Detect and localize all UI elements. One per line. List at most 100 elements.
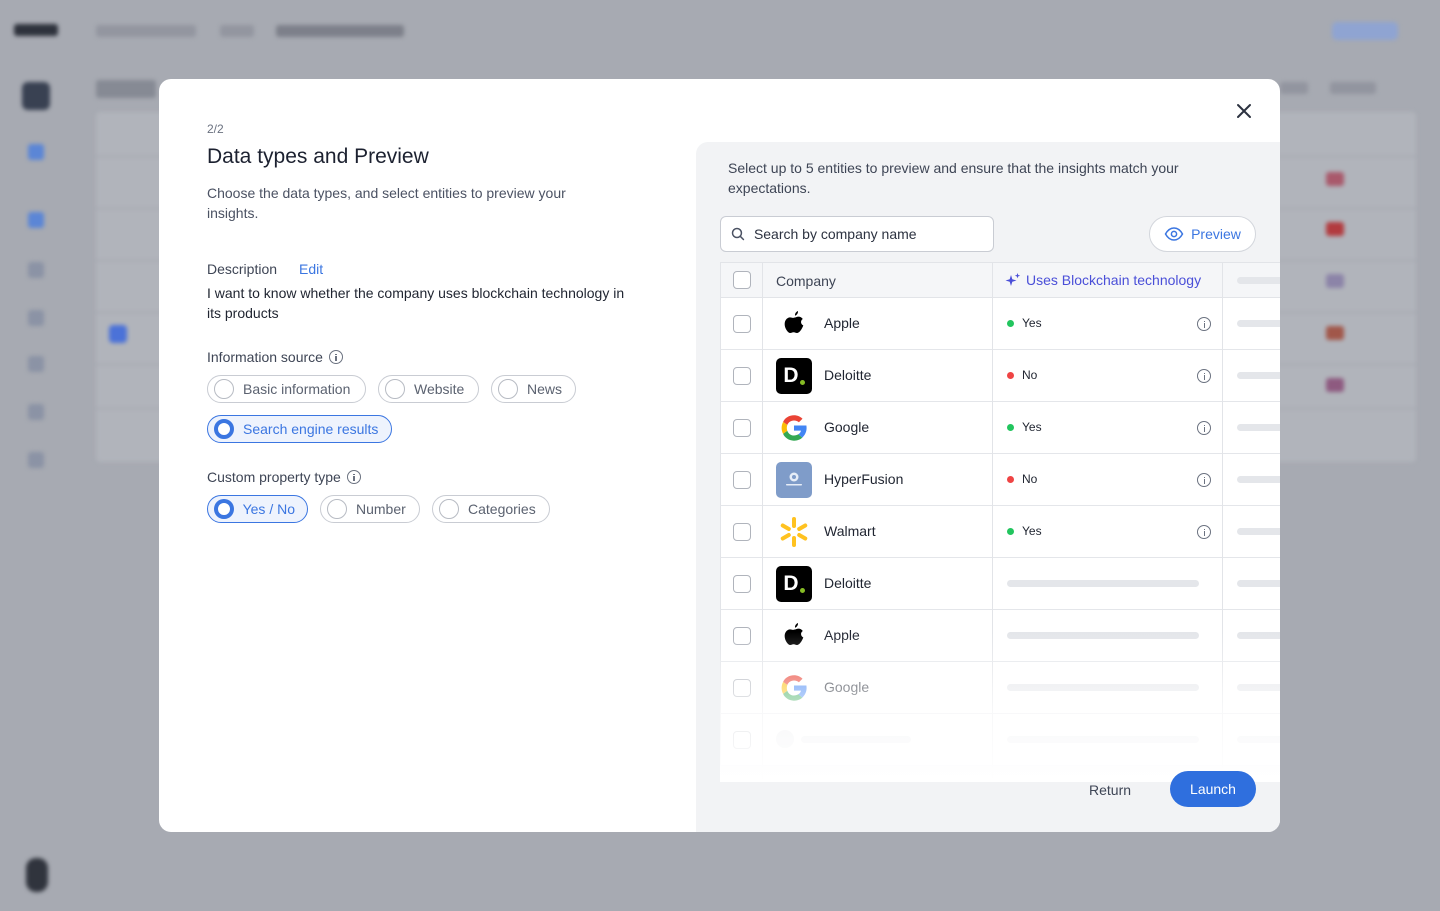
source-option-news[interactable]: News [491,375,576,403]
search-input[interactable] [753,226,983,242]
logo-placeholder [776,730,794,748]
column-divider [762,262,763,782]
apple-logo-icon [784,311,804,333]
row-checkbox[interactable] [733,523,751,541]
preview-button[interactable]: Preview [1149,216,1256,252]
info-icon[interactable] [346,470,361,484]
bg-page-title [96,80,156,98]
row-checkbox[interactable] [733,731,751,749]
row-checkbox[interactable] [733,679,751,697]
company-name: HyperFusion [824,471,904,487]
description-text: I want to know whether the company uses … [207,285,625,321]
launch-button[interactable]: Launch [1170,771,1256,807]
company-search[interactable] [720,216,994,252]
data-types-modal: 2/2 Data types and Preview Choose the da… [159,79,1280,832]
radio-icon [214,419,234,439]
modal-subtitle: Choose the data types, and select entiti… [207,185,566,221]
table-row[interactable]: Google Yes [720,402,1280,454]
info-icon[interactable] [1197,525,1211,539]
option-label: Categories [468,501,536,517]
eye-icon [1164,227,1184,241]
bg-workspace-icon [22,82,50,110]
info-icon[interactable] [1197,421,1211,435]
source-option-basic-information[interactable]: Basic information [207,375,366,403]
row-checkbox[interactable] [733,471,751,489]
company-name: Google [824,419,870,435]
bg-breadcrumb [220,25,254,37]
result-text: No [1022,368,1038,382]
bg-breadcrumb [96,25,196,37]
return-button[interactable]: Return [1089,782,1131,798]
yes-dot [1007,423,1014,431]
bg-nav-icon [28,452,44,468]
table-row[interactable]: Walmart Yes [720,506,1280,558]
google-g-icon [781,675,807,701]
close-icon [1237,104,1251,118]
result-placeholder [1007,684,1199,691]
bg-toolbar [1330,82,1376,94]
result-text: Yes [1022,316,1042,330]
edit-description-link[interactable]: Edit [299,261,323,277]
modal-title: Data types and Preview [207,145,429,168]
type-option-yes-no[interactable]: Yes / No [207,495,308,523]
company-name: Apple [824,627,860,643]
company-name: Deloitte [824,367,872,383]
bg-flag [1326,222,1344,236]
row-checkbox[interactable] [733,315,751,333]
custom-property-type-label: Custom property type [207,469,341,485]
result-placeholder [1007,632,1199,639]
insight-result: No [1007,472,1037,486]
deloitte-letter: D [783,572,799,595]
row-checkbox[interactable] [733,627,751,645]
source-option-search-engine-results[interactable]: Search engine results [207,415,392,443]
info-icon[interactable] [328,350,343,364]
cell-placeholder [1237,580,1280,587]
google-logo [776,670,812,706]
row-checkbox[interactable] [733,575,751,593]
option-label: Search engine results [243,421,379,437]
cell-placeholder [1237,632,1280,639]
type-option-number[interactable]: Number [320,495,420,523]
bg-flag [1326,326,1344,340]
select-all-checkbox[interactable] [733,271,751,289]
table-row[interactable]: D Deloitte No [720,350,1280,402]
info-icon[interactable] [1197,473,1211,487]
deloitte-dot [799,587,805,593]
column-header-insight[interactable]: Uses Blockchain technology [1005,272,1201,288]
info-icon[interactable] [1197,369,1211,383]
cell-placeholder [1237,528,1280,535]
option-label: Website [414,381,465,397]
option-label: News [527,381,563,397]
insight-result: Yes [1007,524,1042,538]
company-name: Walmart [824,523,876,539]
deloitte-logo: D [776,566,812,602]
close-button[interactable] [1231,98,1257,124]
deloitte-dot [799,379,805,385]
table-row[interactable]: HyperFusion No [720,454,1280,506]
no-dot [1007,371,1014,379]
cell-placeholder [1237,424,1280,431]
preview-intro: Select up to 5 entities to preview and e… [728,160,1179,196]
table-row[interactable]: Apple Yes [720,298,1280,350]
source-option-website[interactable]: Website [378,375,479,403]
table-row[interactable]: Apple [720,610,1280,662]
preview-label: Preview [1191,226,1241,242]
type-option-categories[interactable]: Categories [432,495,550,523]
bg-flag [1326,172,1344,186]
no-dot [1007,475,1014,483]
company-name: Apple [824,315,860,331]
yes-dot [1007,319,1014,327]
description-label: Description [207,261,278,277]
custom-property-type-heading: Custom property type [207,469,361,485]
name-placeholder [801,736,911,743]
insight-result: Yes [1007,420,1042,434]
company-name: Google [824,679,870,695]
table-row[interactable]: D Deloitte [720,558,1280,610]
row-checkbox[interactable] [733,419,751,437]
insight-column-label: Uses Blockchain technology [1026,272,1202,288]
row-checkbox[interactable] [733,367,751,385]
bg-breadcrumb [276,25,404,37]
table-row[interactable]: Google [720,662,1280,714]
info-icon[interactable] [1197,317,1211,331]
cell-placeholder [1237,372,1280,379]
